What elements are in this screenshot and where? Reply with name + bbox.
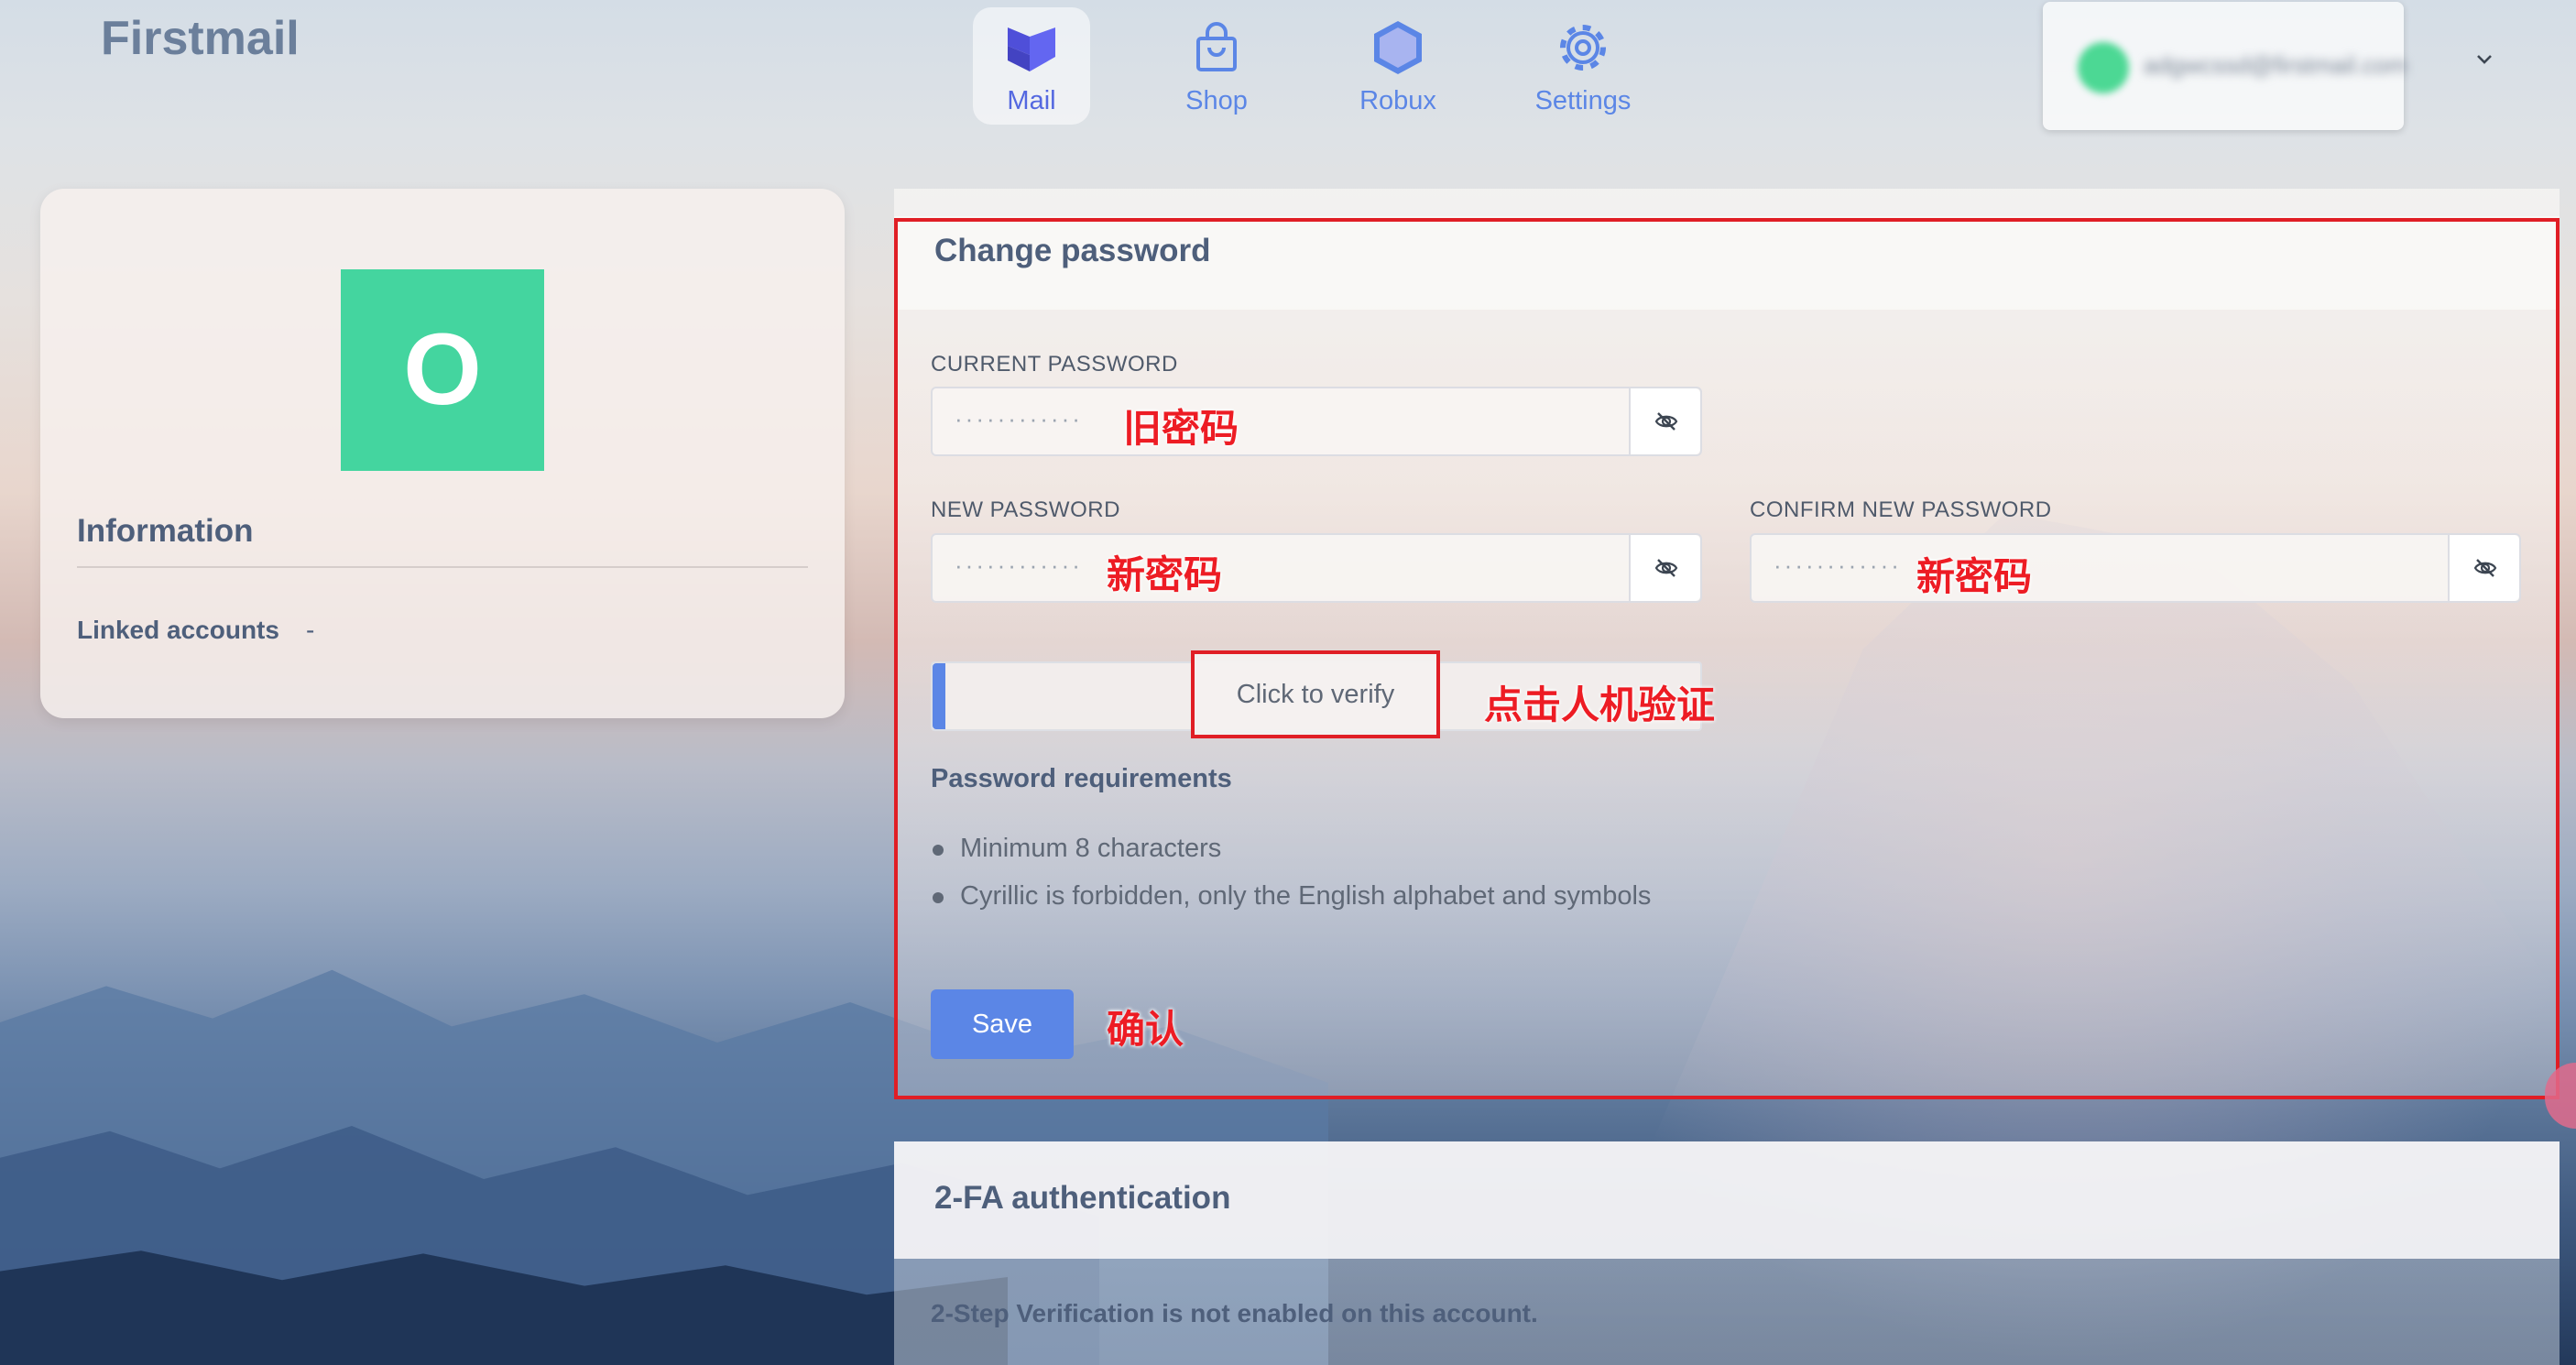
current-password-value: ············ [955,405,1083,432]
confirm-password-field[interactable]: ············ [1750,533,2521,603]
eye-off-icon [1654,412,1678,431]
nav-robux-label: Robux [1359,86,1436,115]
captcha-verify-button[interactable]: Click to verify [1191,650,1440,738]
requirement-item: Cyrillic is forbidden, only the English … [960,881,1652,911]
current-password-label: CURRENT PASSWORD [931,352,1178,377]
nav-shop[interactable]: Shop [1158,7,1275,125]
linked-accounts-value: - [306,616,315,644]
new-password-value: ············ [955,551,1083,579]
eye-off-icon [1654,559,1678,577]
confirm-password-label: CONFIRM NEW PASSWORD [1750,497,2052,522]
new-password-field[interactable]: ············ [931,533,1702,603]
annotation-captcha: 点击人机验证 [1484,682,1716,727]
profile-card: O Information Linked accounts - [40,189,845,718]
captcha-slider-handle[interactable] [933,663,945,729]
requirement-item: Minimum 8 characters [960,834,1222,863]
two-fa-status: 2-Step Verification is not enabled on th… [931,1299,1538,1327]
divider [77,566,808,568]
brand-logo-text[interactable]: Firstmail [101,11,300,66]
confirm-password-value: ············ [1774,551,1902,579]
captcha-verify-label: Click to verify [1236,680,1395,709]
linked-accounts-label: Linked accounts [77,616,279,644]
mail-logo-icon [1008,27,1055,71]
nav-settings[interactable]: Settings [1524,7,1642,125]
nav-mail-label: Mail [1007,86,1056,115]
annotation-confirm-password: 新密码 [1916,554,2033,599]
chevron-down-icon[interactable] [2473,48,2495,70]
bullet [933,845,944,856]
avatar: O [341,269,544,471]
two-fa-card: 2-FA authentication 2-Step Verification … [894,1141,2560,1365]
current-password-visibility-toggle[interactable] [1629,388,1700,454]
gear-icon [1560,25,1606,71]
avatar-letter: O [403,313,482,426]
information-heading: Information [77,513,254,549]
hexagon-icon [1374,21,1422,74]
annotation-new-password: 新密码 [1107,552,1223,597]
save-button[interactable]: Save [931,989,1074,1059]
annotation-old-password: 旧密码 [1123,406,1239,451]
password-requirements-heading: Password requirements [931,764,1232,793]
current-password-field[interactable]: ············ [931,387,1702,456]
new-password-label: NEW PASSWORD [931,497,1120,522]
nav-robux[interactable]: Robux [1339,7,1457,125]
confirm-password-visibility-toggle[interactable] [2448,535,2519,601]
two-fa-header: 2-FA authentication [894,1141,2560,1259]
new-password-visibility-toggle[interactable] [1629,535,1700,601]
account-menu[interactable]: adgwcssd@firstmail.com [2043,2,2407,130]
annotation-highlight-frame [894,218,2560,1099]
account-avatar [2078,42,2129,93]
nav-mail[interactable]: Mail [973,7,1090,125]
bullet [933,892,944,903]
eye-off-icon [2473,559,2497,577]
two-fa-title: 2-FA authentication [934,1180,1231,1216]
annotation-confirm: 确认 [1107,1007,1184,1052]
nav-settings-label: Settings [1534,86,1632,115]
nav-shop-label: Shop [1185,86,1248,115]
account-email: adgwcssd@firstmail.com [2144,51,2407,79]
shopping-bag-icon [1196,22,1237,71]
